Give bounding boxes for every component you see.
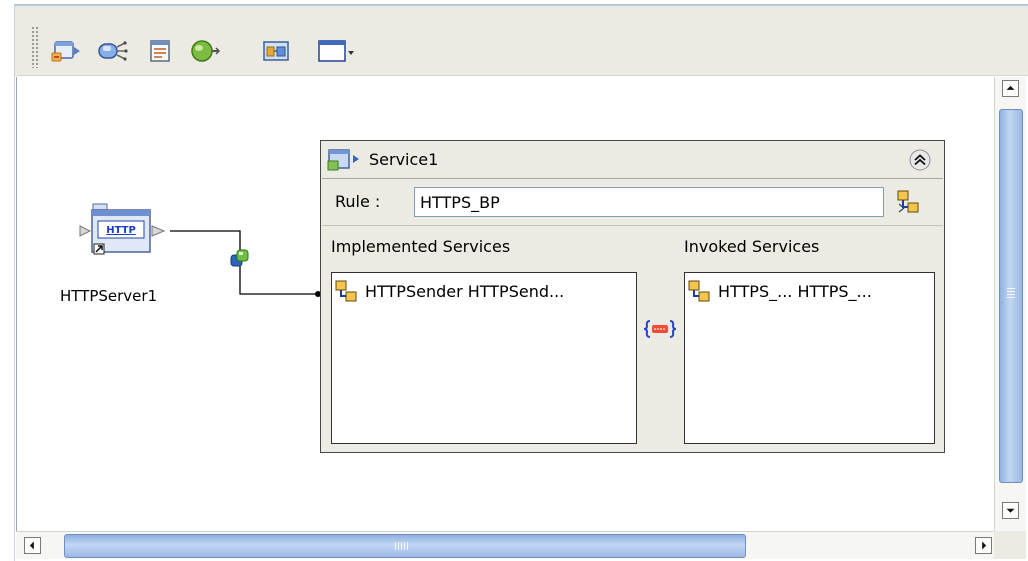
service-icon bbox=[327, 149, 359, 171]
arrow-down-icon bbox=[1006, 508, 1015, 513]
implemented-service-label: HTTPSender HTTPSend... bbox=[365, 281, 565, 301]
business-process-icon bbox=[263, 41, 289, 61]
link-icon[interactable] bbox=[229, 248, 251, 268]
add-document-button[interactable] bbox=[143, 36, 177, 66]
scroll-left-button[interactable] bbox=[24, 537, 41, 554]
invoked-services-title: Invoked Services bbox=[684, 237, 820, 256]
add-business-process-button[interactable] bbox=[259, 36, 293, 66]
toolbar bbox=[15, 6, 1028, 76]
rule-field[interactable] bbox=[414, 187, 884, 217]
add-connector-button[interactable] bbox=[95, 36, 129, 66]
vertical-scroll-thumb[interactable] bbox=[999, 109, 1023, 483]
http-badge-text: HTTP bbox=[106, 225, 136, 236]
invoked-service-label: HTTPS_... HTTPS_... bbox=[718, 281, 872, 301]
scrollbar-corner bbox=[994, 531, 1026, 559]
scroll-down-button[interactable] bbox=[1002, 502, 1019, 519]
operation-icon bbox=[688, 280, 710, 302]
rule-browse-icon[interactable] bbox=[895, 188, 921, 216]
http-server-node[interactable]: HTTP bbox=[78, 200, 170, 262]
add-external-application-button[interactable] bbox=[49, 36, 83, 66]
scroll-up-button[interactable] bbox=[1002, 80, 1019, 97]
document-icon bbox=[150, 40, 170, 62]
http-server-label: HTTPServer1 bbox=[60, 287, 158, 305]
arrow-left-icon bbox=[29, 541, 34, 550]
cylinder-icon bbox=[191, 40, 221, 62]
operation-icon bbox=[335, 280, 357, 302]
implemented-service-item[interactable]: HTTPSender HTTPSend... bbox=[333, 279, 564, 303]
service-box[interactable]: Service1 Rule : Implemented Services Inv… bbox=[320, 140, 945, 453]
connector-icon bbox=[98, 41, 128, 61]
service-title: Service1 bbox=[369, 150, 439, 169]
toolbar-grip[interactable] bbox=[31, 26, 39, 68]
invoked-services-list[interactable]: HTTPS_... HTTPS_... bbox=[684, 272, 935, 444]
add-service-button[interactable] bbox=[187, 36, 221, 66]
service-divider bbox=[322, 178, 943, 179]
implemented-services-list[interactable]: HTTPSender HTTPSend... bbox=[331, 272, 637, 444]
rule-label: Rule : bbox=[335, 192, 381, 211]
horizontal-scroll-thumb[interactable] bbox=[64, 534, 746, 558]
rule-divider bbox=[322, 225, 943, 226]
thumb-grip bbox=[395, 542, 409, 550]
thumb-grip bbox=[1007, 288, 1015, 300]
implemented-services-title: Implemented Services bbox=[331, 237, 511, 256]
mapping-icon[interactable] bbox=[643, 318, 677, 340]
invoked-service-item[interactable]: HTTPS_... HTTPS_... bbox=[686, 279, 872, 303]
external-application-icon bbox=[51, 41, 80, 62]
window-menu-button[interactable] bbox=[315, 36, 355, 66]
scroll-right-button[interactable] bbox=[975, 537, 992, 554]
horizontal-scrollbar[interactable] bbox=[16, 531, 994, 559]
arrow-up-icon bbox=[1006, 85, 1015, 90]
collapse-icon[interactable] bbox=[908, 148, 932, 172]
arrow-right-icon bbox=[982, 541, 987, 550]
vertical-scrollbar[interactable] bbox=[994, 77, 1026, 531]
http-server-icon: HTTP bbox=[79, 203, 166, 255]
window-dropdown-icon bbox=[318, 40, 354, 62]
